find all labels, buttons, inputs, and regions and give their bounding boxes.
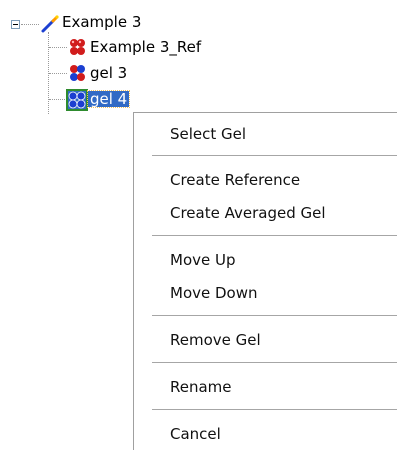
tree-node-root-label[interactable]: Example 3 — [62, 14, 141, 30]
menu-separator — [152, 362, 397, 364]
wand-icon — [40, 14, 60, 37]
menu-item-move-down[interactable]: Move Down — [134, 282, 397, 304]
context-menu: Select Gel Create Reference Create Avera… — [133, 112, 397, 450]
menu-item-select-gel[interactable]: Select Gel — [134, 123, 397, 145]
gel-icon — [68, 64, 87, 83]
menu-item-move-up[interactable]: Move Up — [134, 249, 397, 271]
tree-node-label[interactable]: gel 3 — [90, 65, 127, 81]
menu-item-cancel[interactable]: Cancel — [134, 423, 397, 445]
tree-connector — [49, 47, 67, 48]
gel-tree-view: Example 3 Example 3_Ref gel 3 gel 4 — [0, 0, 397, 130]
menu-item-create-averaged-gel[interactable]: Create Averaged Gel — [134, 202, 397, 224]
gel-icon — [66, 89, 88, 111]
menu-item-remove-gel[interactable]: Remove Gel — [134, 329, 397, 351]
menu-item-rename[interactable]: Rename — [134, 376, 397, 398]
tree-node-label[interactable]: Example 3_Ref — [90, 39, 201, 55]
collapse-toggle[interactable] — [11, 20, 20, 29]
gel-ref-icon — [68, 38, 87, 57]
tree-connector — [21, 24, 39, 25]
menu-item-create-reference[interactable]: Create Reference — [134, 169, 397, 191]
tree-connector — [49, 99, 67, 100]
menu-separator — [152, 235, 397, 237]
tree-connector — [49, 73, 67, 74]
menu-separator — [152, 409, 397, 411]
menu-separator — [152, 315, 397, 317]
menu-separator — [152, 155, 397, 157]
tree-node-label-selected[interactable]: gel 4 — [86, 90, 131, 108]
